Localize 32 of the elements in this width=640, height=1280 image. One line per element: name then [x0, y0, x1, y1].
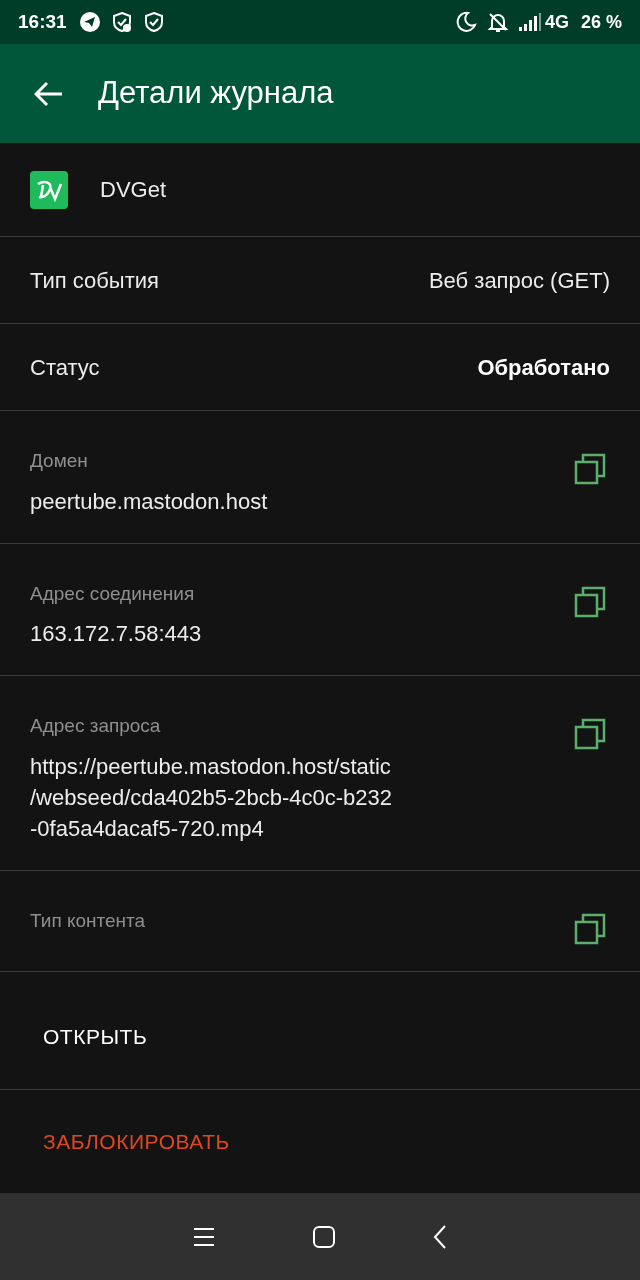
menu-icon[interactable] — [193, 1226, 215, 1247]
field-label: Адрес запроса — [30, 714, 162, 738]
field-value: Веб запрос (GET) — [428, 266, 610, 295]
copy-button[interactable] — [574, 718, 606, 750]
field-label: Статус — [30, 353, 100, 382]
home-icon[interactable] — [313, 1225, 335, 1248]
back-icon[interactable] — [433, 1224, 447, 1249]
status-time: 16:31 — [18, 9, 67, 34]
battery-level: 26 % — [580, 10, 622, 34]
field-label: Адрес соединения — [30, 581, 196, 606]
field-label: Домен — [30, 449, 89, 473]
field-label: Тип контента — [30, 908, 146, 933]
app-name: DVGet — [100, 176, 167, 204]
open-button[interactable]: ОТКРЫТЬ — [0, 985, 640, 1089]
shield-icon — [110, 11, 133, 33]
field-value: 163.172.7.58:443 — [30, 620, 202, 648]
field-value: peertube.mastodon.host — [30, 487, 268, 516]
app-icon — [30, 170, 68, 209]
field-value: https://peertube.mastodon.host/static /webseed/cda402b5-2bcb-4c0c-b232 -0fa5a4dacaf5-720.mp4 — [30, 752, 393, 843]
signal-icon — [518, 13, 541, 31]
field-label: Тип события — [30, 266, 159, 295]
field-value: Обработано — [477, 353, 610, 382]
copy-button[interactable] — [574, 453, 606, 485]
bell-off-icon — [486, 11, 509, 33]
network-type: 4G — [544, 10, 569, 34]
messenger-icon — [78, 11, 101, 33]
copy-button[interactable] — [574, 912, 606, 945]
screen-title: Детали журнала — [98, 74, 334, 113]
shield-icon — [142, 11, 165, 33]
copy-button[interactable] — [574, 585, 606, 618]
moon-icon — [454, 11, 477, 33]
back-arrow-icon[interactable] — [34, 80, 64, 107]
